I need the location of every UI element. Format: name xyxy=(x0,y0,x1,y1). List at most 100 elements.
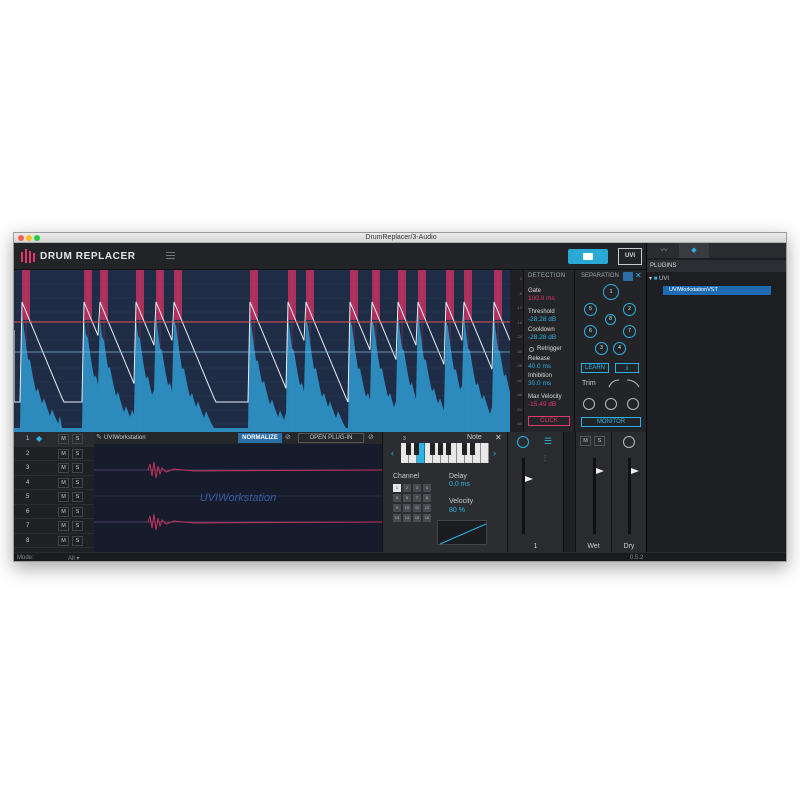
trim-knob[interactable] xyxy=(583,398,595,410)
channel-button[interactable]: 11 xyxy=(413,504,421,512)
low-cut-knob[interactable] xyxy=(605,398,617,410)
threshold-value[interactable]: -28.28 dB xyxy=(528,316,556,323)
mute-button[interactable]: M xyxy=(58,434,69,444)
max-velocity-value[interactable]: -15.49 dB xyxy=(528,401,556,408)
solo-button[interactable]: S xyxy=(72,492,83,502)
list-icon[interactable]: ☰ xyxy=(544,436,552,447)
plugin-name[interactable]: UVIWorkstation xyxy=(104,434,234,442)
dry-fader-thumb[interactable] xyxy=(631,468,639,474)
wet-mute-button[interactable]: M xyxy=(580,436,591,446)
channel-button[interactable]: 10 xyxy=(403,504,411,512)
edit-icon[interactable]: ✎ xyxy=(96,433,102,441)
mode-select[interactable]: All ▾ xyxy=(68,555,79,561)
link-icon[interactable]: ⊘ xyxy=(285,433,291,441)
power-icon[interactable] xyxy=(623,272,633,281)
close-icon[interactable]: ✕ xyxy=(635,271,642,280)
retrigger-checkbox[interactable] xyxy=(529,347,534,352)
channel-button[interactable]: 6 xyxy=(403,494,411,502)
fader-thumb[interactable] xyxy=(525,476,533,482)
track-row[interactable]: 2 MS xyxy=(14,447,94,461)
channel-button[interactable]: 8 xyxy=(423,494,431,502)
track-row[interactable]: 1 ◆ M S xyxy=(14,432,94,447)
solo-button[interactable]: S xyxy=(72,506,83,517)
wet-solo-button[interactable]: S xyxy=(594,436,605,446)
mute-button[interactable]: M xyxy=(58,506,69,517)
tab-plugins-icon[interactable]: ◆ xyxy=(679,243,709,258)
channel-button[interactable]: 3 xyxy=(413,484,421,492)
dry-knob[interactable] xyxy=(623,436,635,448)
track-row[interactable]: 3 MS xyxy=(14,461,94,476)
channel-button[interactable]: 13 xyxy=(393,514,401,522)
monitor-button[interactable]: MONITOR xyxy=(581,417,641,427)
mute-button[interactable]: M xyxy=(58,521,69,531)
channel-button[interactable]: 5 xyxy=(393,494,401,502)
piano-black-key[interactable] xyxy=(430,443,435,455)
channel-button[interactable]: 16 xyxy=(423,514,431,522)
pan-knob[interactable] xyxy=(517,436,529,448)
tab-audio-icon[interactable]: 〰 xyxy=(651,243,677,258)
wet-fader-thumb[interactable] xyxy=(596,468,604,474)
separation-pad[interactable]: 4 xyxy=(613,342,626,355)
channel-button[interactable]: 15 xyxy=(413,514,421,522)
mute-button[interactable]: M xyxy=(58,463,69,473)
track-row[interactable]: 4 MS xyxy=(14,476,94,490)
waveform-display[interactable] xyxy=(14,270,510,432)
solo-button[interactable]: S xyxy=(72,463,83,473)
separation-pad[interactable]: 3 xyxy=(595,342,608,355)
click-button[interactable]: CLICK xyxy=(528,416,570,426)
channel-button[interactable]: 2 xyxy=(403,484,411,492)
piano-black-key[interactable] xyxy=(462,443,467,455)
download-icon[interactable]: ⤓ xyxy=(615,363,639,373)
open-folder-button[interactable] xyxy=(568,249,608,264)
dry-fader[interactable] xyxy=(628,458,631,534)
separation-pad[interactable]: 6 xyxy=(584,325,597,338)
channel-button[interactable]: 9 xyxy=(393,504,401,512)
mute-button[interactable]: M xyxy=(58,448,69,459)
normalize-button[interactable]: NORMALIZE xyxy=(238,433,282,443)
wet-fader[interactable] xyxy=(593,458,596,534)
velocity-curve[interactable] xyxy=(437,520,487,545)
close-icon[interactable]: ✕ xyxy=(495,433,502,442)
separation-pad[interactable]: 1 xyxy=(603,284,619,300)
tree-folder-uvi[interactable]: ▾ ■ UVI xyxy=(649,275,669,282)
bypass-icon[interactable]: ⊘ xyxy=(368,433,374,441)
gate-value[interactable]: 100.0 ms xyxy=(528,295,555,302)
track-row[interactable]: 8 MS xyxy=(14,534,94,548)
separation-pad[interactable]: 5 xyxy=(584,303,597,316)
release-value[interactable]: 40.0 ms xyxy=(528,363,551,370)
channel-button[interactable]: 4 xyxy=(423,484,431,492)
piano-black-key[interactable] xyxy=(414,443,419,455)
high-cut-knob[interactable] xyxy=(627,398,639,410)
separation-pad[interactable]: 2 xyxy=(623,303,636,316)
inhibition-value[interactable]: 30.0 ms xyxy=(528,380,551,387)
solo-button[interactable]: S xyxy=(72,477,83,488)
solo-button[interactable]: S xyxy=(72,434,83,444)
mixer-icon[interactable]: ⫶ xyxy=(544,454,546,464)
solo-button[interactable]: S xyxy=(72,521,83,531)
mute-button[interactable]: M xyxy=(58,477,69,488)
separation-pad[interactable]: 8 xyxy=(605,314,616,325)
cooldown-value[interactable]: -28.28 dB xyxy=(528,334,556,341)
mute-button[interactable]: M xyxy=(58,492,69,502)
separation-pad[interactable]: 7 xyxy=(623,325,636,338)
tree-item-plugin[interactable]: UVIWorkstationVST xyxy=(663,286,771,295)
learn-button[interactable]: LEARN xyxy=(581,363,609,373)
track-fader[interactable] xyxy=(522,458,525,534)
mute-button[interactable]: M xyxy=(58,535,69,546)
piano-black-key[interactable] xyxy=(470,443,475,455)
track-row[interactable]: 7 MS xyxy=(14,519,94,534)
piano-keyboard[interactable] xyxy=(401,443,489,463)
chevron-left-icon[interactable]: ‹ xyxy=(391,448,394,458)
piano-black-key[interactable] xyxy=(406,443,411,455)
solo-button[interactable]: S xyxy=(72,535,83,546)
chevron-right-icon[interactable]: › xyxy=(493,448,496,458)
solo-button[interactable]: S xyxy=(72,448,83,459)
channel-button[interactable]: 1 xyxy=(393,484,401,492)
piano-black-key[interactable] xyxy=(446,443,451,455)
open-plugin-button[interactable]: OPEN PLUG-IN xyxy=(298,433,364,443)
track-row[interactable]: 5 MS xyxy=(14,490,94,505)
hamburger-menu-icon[interactable] xyxy=(166,252,175,259)
track-row[interactable]: 6 MS xyxy=(14,505,94,519)
velocity-value[interactable]: 80 % xyxy=(449,507,465,514)
channel-button[interactable]: 12 xyxy=(423,504,431,512)
